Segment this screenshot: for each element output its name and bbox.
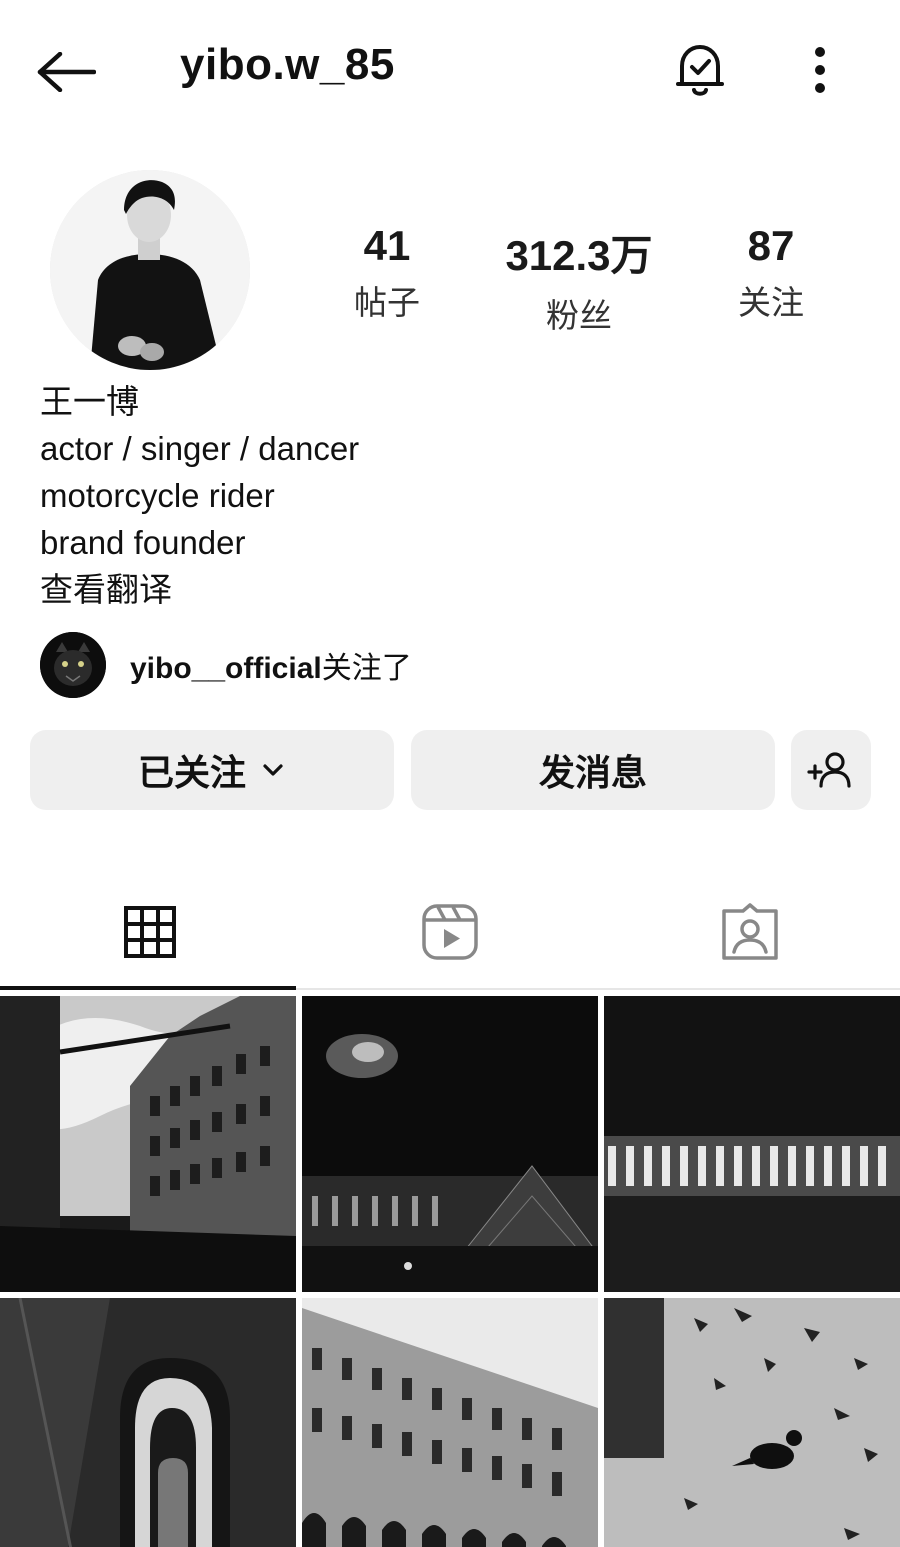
suggested-users-button[interactable]	[791, 730, 871, 810]
following-count-stat[interactable]: 87 关注	[676, 222, 866, 324]
mutual-followers[interactable]: yibo__official关注了	[40, 632, 412, 698]
message-button[interactable]: 发消息	[411, 730, 775, 810]
profile-tabs	[0, 880, 900, 992]
bio-line: brand founder	[40, 524, 246, 561]
following-label: 关注	[738, 283, 804, 322]
more-options-button[interactable]	[800, 40, 840, 100]
posts-count: 41	[363, 222, 411, 269]
posts-grid	[0, 996, 900, 1547]
following-button-label: 已关注	[137, 753, 246, 794]
tab-divider	[296, 988, 900, 990]
post-thumbnail[interactable]	[0, 996, 296, 1292]
notifications-button[interactable]	[668, 38, 732, 102]
see-translation-link[interactable]: 查看翻译	[40, 566, 860, 613]
following-count: 87	[747, 222, 795, 269]
posts-label: 帖子	[354, 283, 420, 322]
post-thumbnail[interactable]	[604, 996, 900, 1292]
tab-reels[interactable]	[300, 880, 600, 984]
grid-icon	[124, 906, 176, 958]
profile-avatar[interactable]	[50, 170, 250, 370]
display-name: 王一博	[40, 383, 139, 420]
bio-line: motorcycle rider	[40, 477, 275, 514]
person-add-icon	[807, 752, 851, 788]
mutual-follower-avatar	[40, 632, 106, 698]
post-thumbnail[interactable]	[302, 1298, 598, 1547]
post-thumbnail[interactable]	[604, 1298, 900, 1547]
mutual-follower-username[interactable]: yibo__official	[130, 652, 322, 685]
tab-tagged[interactable]	[600, 880, 900, 984]
mutual-follower-text: yibo__official关注了	[130, 643, 412, 687]
followers-label: 粉丝	[546, 296, 612, 335]
posts-count-stat[interactable]: 41 帖子	[292, 222, 482, 324]
profile-bio: 王一博 actor / singer / dancer motorcycle r…	[40, 378, 860, 613]
bio-line: actor / singer / dancer	[40, 430, 360, 467]
followers-count-stat[interactable]: 312.3万 粉丝	[484, 222, 674, 337]
top-bar: yibo.w_85	[0, 0, 900, 140]
notification-bell-check-icon	[676, 45, 724, 96]
mutual-follower-suffix: 关注了	[321, 652, 412, 685]
tab-posts[interactable]	[0, 880, 300, 984]
arrow-left-icon	[37, 52, 96, 92]
profile-username: yibo.w_85	[180, 40, 395, 89]
back-button[interactable]	[36, 46, 100, 98]
chevron-down-icon	[263, 764, 283, 776]
reels-icon	[422, 904, 478, 960]
post-thumbnail[interactable]	[0, 1298, 296, 1547]
following-button[interactable]: 已关注	[30, 730, 394, 810]
more-vertical-icon	[815, 47, 825, 93]
post-thumbnail[interactable]	[302, 996, 598, 1292]
active-tab-indicator	[0, 986, 296, 990]
followers-count: 312.3万	[505, 232, 653, 279]
tagged-user-icon	[722, 903, 778, 960]
profile-photo	[50, 170, 250, 370]
message-button-label: 发消息	[538, 753, 647, 794]
